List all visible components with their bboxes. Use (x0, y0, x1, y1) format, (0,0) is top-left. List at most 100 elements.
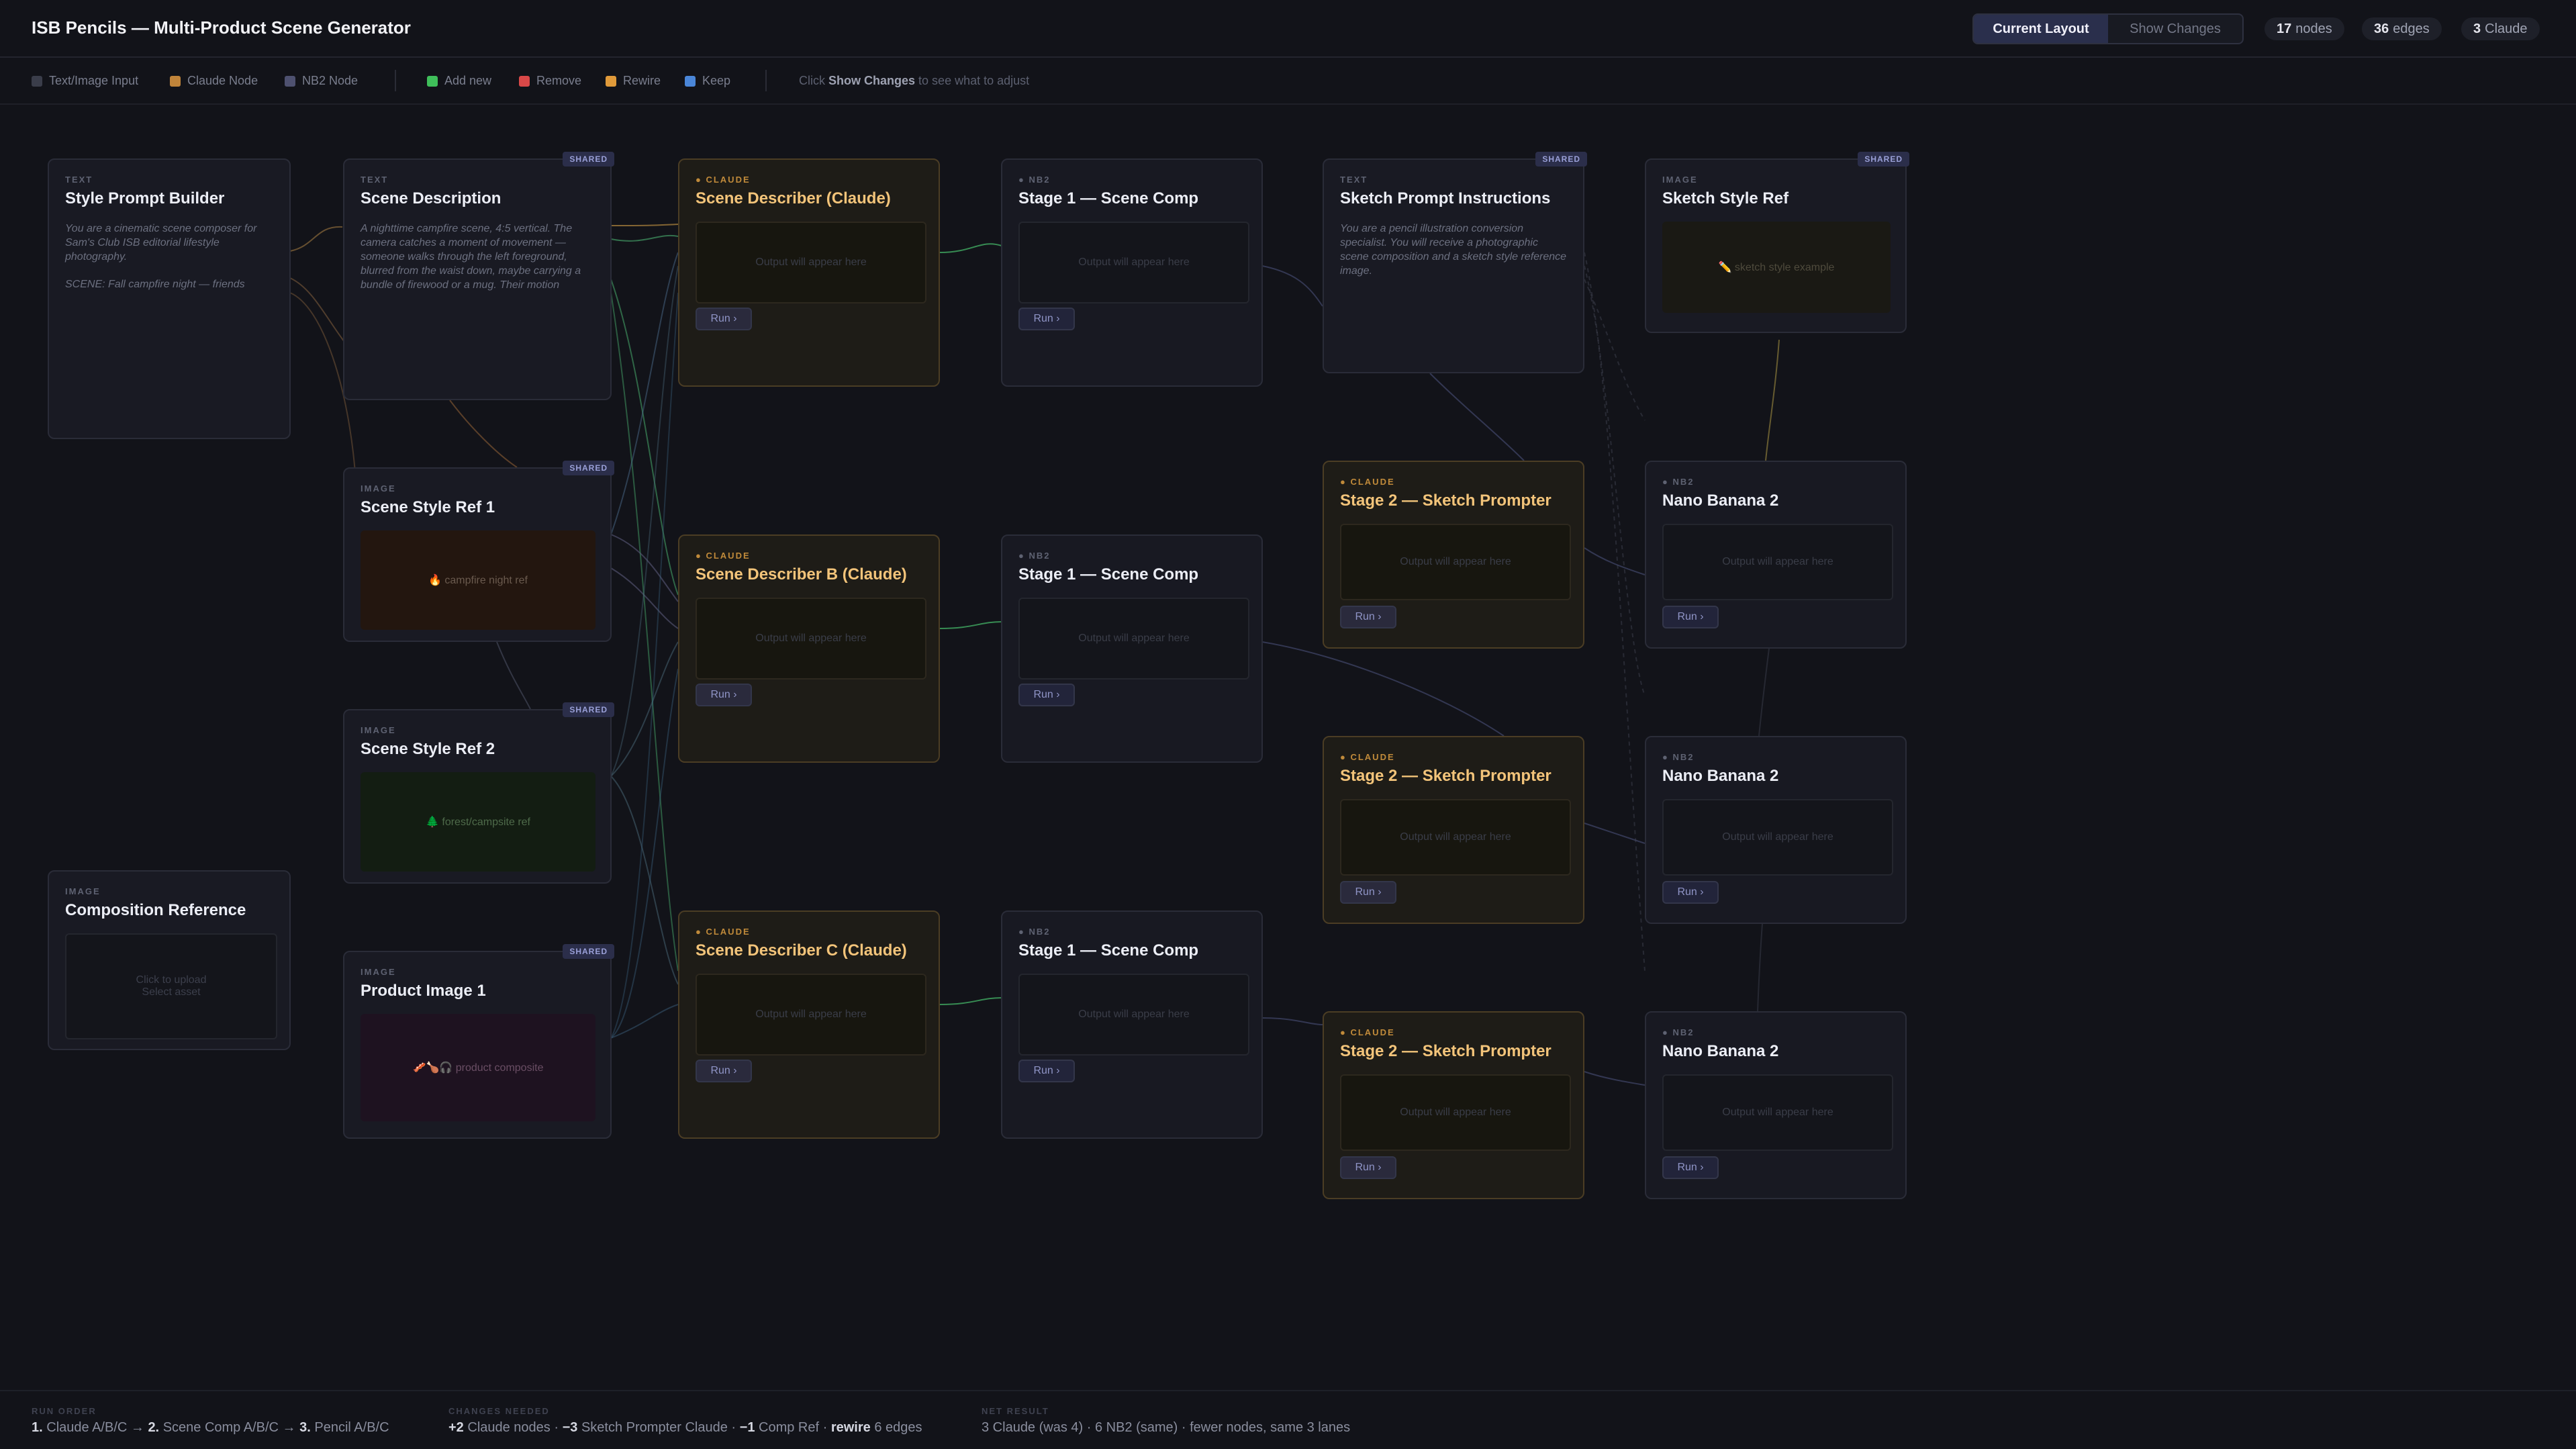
shared-badge: SHARED (1858, 152, 1909, 167)
output-box: Output will appear here (1340, 1074, 1571, 1151)
node-text: A nighttime campfire scene, 4:5 vertical… (361, 223, 581, 291)
node-sketch-prompt-instructions[interactable]: SHARED TEXT Sketch Prompt Instructions Y… (1323, 152, 1587, 373)
node-stage1-scene-comp-a[interactable]: ● NB2 Stage 1 — Scene Comp Output will a… (1001, 158, 1263, 387)
node-sketch-style-ref[interactable]: SHARED IMAGE Sketch Style Ref ✏️ sketch … (1645, 152, 1909, 333)
app-title: ISB Pencils — Multi-Product Scene Genera… (32, 17, 411, 38)
output-box: Output will appear here (1340, 524, 1571, 600)
run-button[interactable]: Run › (696, 684, 752, 706)
legend-keep: Keep (685, 74, 730, 88)
run-button[interactable]: Run › (696, 1060, 752, 1082)
graph-canvas[interactable]: TEXT Style Prompt Builder You are a cine… (0, 105, 2576, 1390)
edge (610, 252, 679, 535)
claude-count-pill: 3 Claude (2461, 17, 2540, 40)
shared-badge: SHARED (563, 461, 614, 475)
image-preview: 🌲 forest/campsite ref (361, 772, 595, 872)
node-nano-banana-2-c[interactable]: ● NB2 Nano Banana 2 Output will appear h… (1645, 1011, 1907, 1199)
legend-swatch (170, 75, 181, 87)
run-button[interactable]: Run › (1340, 606, 1396, 628)
edge (1261, 641, 1505, 737)
footer-changes-needed: CHANGES NEEDED +2 Claude nodes · −3 Sket… (448, 1406, 922, 1435)
node-scene-description[interactable]: SHARED TEXT Scene Description A nighttim… (343, 152, 614, 400)
output-box: Output will appear here (1018, 974, 1249, 1056)
run-button[interactable]: Run › (1340, 881, 1396, 904)
legend-rewire: Rewire (606, 74, 661, 88)
edge (610, 224, 679, 226)
node-stage2-sketch-prompter-a[interactable]: ● CLAUDE Stage 2 — Sketch Prompter Outpu… (1323, 461, 1584, 649)
node-nano-banana-2-a[interactable]: ● NB2 Nano Banana 2 Output will appear h… (1645, 461, 1907, 649)
footer-net-result: NET RESULT 3 Claude (was 4) · 6 NB2 (sam… (982, 1406, 1351, 1435)
edge (1765, 339, 1780, 461)
edge (1584, 265, 1645, 696)
edge (496, 641, 531, 710)
legend-nb2-node: NB2 Node (285, 74, 358, 88)
node-stage1-scene-comp-c[interactable]: ● NB2 Stage 1 — Scene Comp Output will a… (1001, 910, 1263, 1139)
edge (610, 641, 679, 777)
run-button[interactable]: Run › (696, 308, 752, 330)
node-scene-style-ref-2[interactable]: SHARED IMAGE Scene Style Ref 2 🌲 forest/… (343, 702, 614, 884)
output-box: Output will appear here (1340, 799, 1571, 876)
run-button[interactable]: Run › (1662, 881, 1719, 904)
legend-swatch (285, 75, 295, 87)
edge (289, 226, 343, 252)
node-scene-describer-c[interactable]: ● CLAUDE Scene Describer C (Claude) Outp… (678, 910, 940, 1139)
node-scene-style-ref-1[interactable]: SHARED IMAGE Scene Style Ref 1 🔥 campfir… (343, 461, 614, 642)
node-style-prompt-builder[interactable]: TEXT Style Prompt Builder You are a cine… (48, 158, 291, 439)
output-box: Output will appear here (1018, 598, 1249, 680)
edge (1757, 923, 1763, 1012)
edge (449, 400, 518, 468)
output-box: Output will appear here (696, 222, 926, 303)
edge (1584, 252, 1645, 972)
legend-swatch (606, 75, 616, 87)
shared-badge: SHARED (563, 702, 614, 717)
node-product-image-1[interactable]: SHARED IMAGE Product Image 1 🥓🍗🎧 product… (343, 944, 614, 1139)
output-box: Output will appear here (696, 598, 926, 680)
nodes-count-pill: 17 nodes (2264, 17, 2344, 40)
run-button[interactable]: Run › (1340, 1156, 1396, 1179)
show-changes-button[interactable]: Show Changes (2108, 15, 2242, 43)
edge (939, 997, 1002, 1005)
output-box: Output will appear here (1662, 524, 1893, 600)
node-stage1-scene-comp-b[interactable]: ● NB2 Stage 1 — Scene Comp Output will a… (1001, 534, 1263, 763)
upload-dropzone[interactable]: Click to upload Select asset (65, 933, 277, 1039)
edge (1261, 1017, 1323, 1025)
edge (939, 621, 1002, 629)
edge (1758, 648, 1770, 737)
output-box: Output will appear here (1662, 1074, 1893, 1151)
edge (1584, 1071, 1645, 1086)
node-stage2-sketch-prompter-b[interactable]: ● CLAUDE Stage 2 — Sketch Prompter Outpu… (1323, 736, 1584, 924)
node-scene-describer-a[interactable]: ● CLAUDE Scene Describer (Claude) Output… (678, 158, 940, 387)
run-button[interactable]: Run › (1018, 684, 1075, 706)
node-text: SCENE: Fall campfire night — friends (65, 279, 245, 290)
edge (610, 668, 679, 1039)
node-scene-describer-b[interactable]: ● CLAUDE Scene Describer B (Claude) Outp… (678, 534, 940, 763)
legend-swatch (519, 75, 530, 87)
run-button[interactable]: Run › (1018, 1060, 1075, 1082)
show-changes-hint: Click Show Changes to see what to adjust (799, 74, 1030, 87)
edge (610, 265, 679, 777)
run-button[interactable]: Run › (1662, 606, 1719, 628)
legend-divider (765, 70, 767, 91)
legend-divider (395, 70, 396, 91)
legend-add-new: Add new (427, 74, 491, 88)
shared-badge: SHARED (1535, 152, 1587, 167)
legend-swatch (32, 75, 42, 87)
run-button[interactable]: Run › (1018, 308, 1075, 330)
footer-run-order: RUN ORDER 1. Claude A/B/C → 2. Scene Com… (32, 1406, 389, 1435)
run-button[interactable]: Run › (1662, 1156, 1719, 1179)
node-stage2-sketch-prompter-c[interactable]: ● CLAUDE Stage 2 — Sketch Prompter Outpu… (1323, 1011, 1584, 1199)
legend-claude-node: Claude Node (170, 74, 258, 88)
output-box: Output will appear here (1662, 799, 1893, 876)
shared-badge: SHARED (563, 152, 614, 167)
legend-remove: Remove (519, 74, 581, 88)
output-box: Output will appear here (1018, 222, 1249, 303)
image-preview: ✏️ sketch style example (1662, 222, 1891, 313)
node-nano-banana-2-b[interactable]: ● NB2 Nano Banana 2 Output will appear h… (1645, 736, 1907, 924)
edge (1429, 373, 1525, 461)
node-composition-reference[interactable]: IMAGE Composition Reference Click to upl… (48, 870, 291, 1050)
view-toggle[interactable]: Current Layout Show Changes (1972, 13, 2244, 44)
legend-text-image-input: Text/Image Input (32, 74, 138, 88)
edge (610, 279, 679, 596)
node-text: You are a cinematic scene composer for S… (65, 223, 257, 263)
edge (1261, 265, 1323, 307)
current-layout-button[interactable]: Current Layout (1974, 15, 2108, 43)
